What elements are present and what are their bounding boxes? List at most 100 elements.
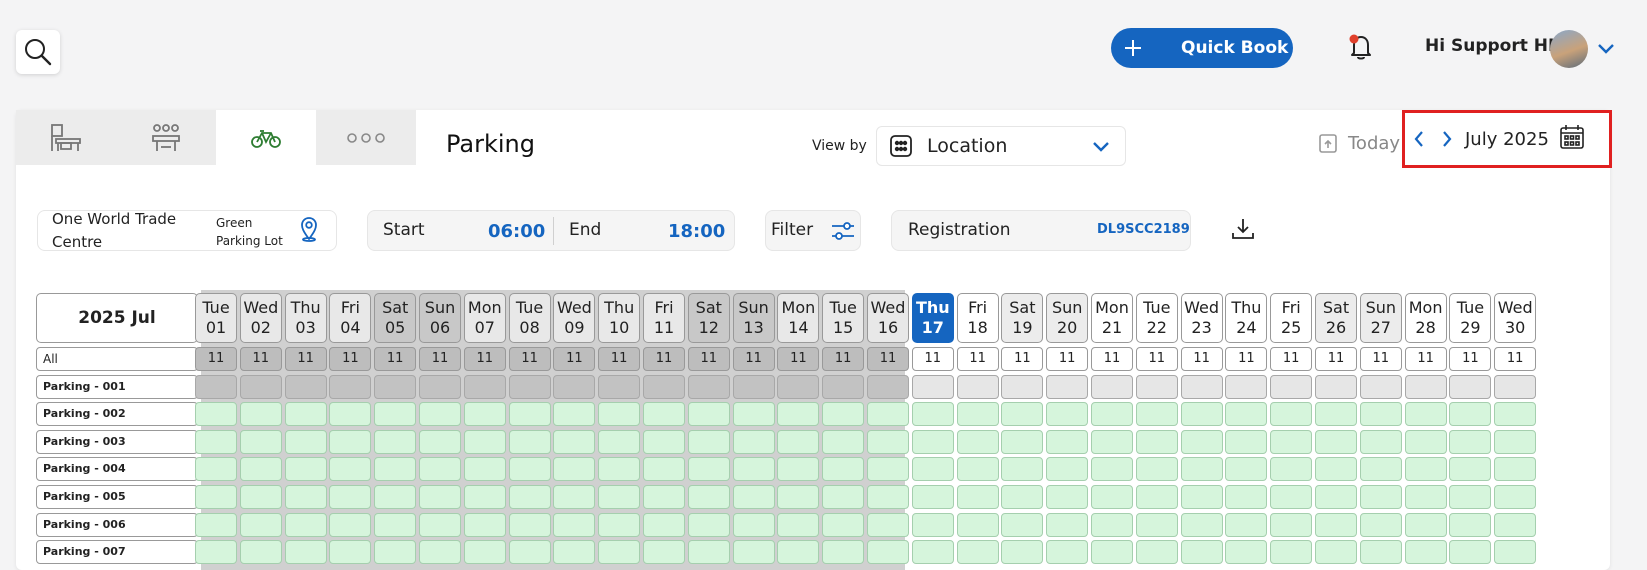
slot-cell[interactable] [1404, 457, 1447, 482]
day-header[interactable]: Thu 03 [284, 293, 327, 343]
slot-cell[interactable] [1135, 540, 1178, 565]
end-time[interactable]: 18:00 [668, 221, 725, 242]
day-header[interactable]: Thu 17 [911, 293, 954, 343]
slot-cell[interactable] [1449, 485, 1492, 509]
slot-cell[interactable] [1091, 485, 1133, 509]
slot-cell[interactable] [1449, 429, 1492, 454]
day-header[interactable]: Wed 02 [239, 293, 282, 343]
slot-cell[interactable] [1270, 512, 1313, 537]
search-button[interactable] [16, 30, 60, 74]
slot-cell[interactable] [1494, 402, 1537, 427]
slot-cell[interactable] [1359, 457, 1402, 482]
slot-cell[interactable] [1315, 457, 1357, 482]
slot-cell[interactable] [956, 485, 999, 509]
slot-cell[interactable] [1494, 512, 1537, 537]
slot-cell[interactable] [1359, 485, 1402, 509]
day-header[interactable]: Tue 22 [1135, 293, 1178, 343]
slot-cell[interactable] [1091, 429, 1133, 454]
day-header[interactable]: Sat 19 [1001, 293, 1044, 343]
slot-cell[interactable] [1001, 485, 1044, 509]
slot-cell[interactable] [1449, 402, 1492, 427]
chevron-right-icon[interactable] [1433, 130, 1461, 148]
slot-cell[interactable] [1404, 540, 1447, 565]
slot-cell[interactable] [1270, 429, 1313, 454]
slot-cell[interactable] [1225, 485, 1268, 509]
slot-cell[interactable] [1359, 429, 1402, 454]
slot-cell[interactable] [1001, 457, 1044, 482]
slot-cell[interactable] [1046, 540, 1089, 565]
slot-cell[interactable] [1180, 540, 1223, 565]
slot-cell[interactable] [1091, 540, 1133, 565]
slot-cell[interactable] [1315, 512, 1357, 537]
tab-desk[interactable] [16, 110, 116, 165]
slot-cell[interactable] [911, 485, 954, 509]
day-header[interactable]: Fri 11 [643, 293, 685, 343]
slot-cell[interactable] [1225, 457, 1268, 482]
day-header[interactable]: Tue 29 [1449, 293, 1492, 343]
slot-cell[interactable] [1091, 512, 1133, 537]
slot-cell[interactable] [1404, 485, 1447, 509]
slot-cell[interactable] [1494, 429, 1537, 454]
day-header[interactable]: Fri 25 [1270, 293, 1313, 343]
avatar[interactable] [1550, 30, 1588, 68]
day-header[interactable]: Mon 28 [1404, 293, 1447, 343]
slot-cell[interactable] [1135, 402, 1178, 427]
slot-cell[interactable] [1404, 429, 1447, 454]
slot-cell[interactable] [956, 457, 999, 482]
slot-cell[interactable] [1135, 457, 1178, 482]
tab-meeting-room[interactable] [116, 110, 216, 165]
tab-more[interactable] [316, 110, 416, 165]
slot-cell[interactable] [1180, 402, 1223, 427]
chevron-down-icon[interactable] [1597, 40, 1615, 59]
slot-cell[interactable] [1315, 402, 1357, 427]
chevron-left-icon[interactable] [1405, 130, 1433, 148]
view-by-select[interactable]: Location [876, 126, 1126, 166]
slot-cell[interactable] [1091, 402, 1133, 427]
slot-cell[interactable] [956, 402, 999, 427]
day-header[interactable]: Sat 12 [687, 293, 730, 343]
slot-cell[interactable] [1494, 457, 1537, 482]
slot-cell[interactable] [1135, 429, 1178, 454]
quick-book-button[interactable]: Quick Book [1111, 28, 1293, 68]
start-time[interactable]: 06:00 [488, 221, 545, 242]
slot-cell[interactable] [1180, 457, 1223, 482]
slot-cell[interactable] [1180, 429, 1223, 454]
slot-cell[interactable] [1046, 512, 1089, 537]
location-pin-icon[interactable] [298, 216, 320, 246]
slot-cell[interactable] [1449, 512, 1492, 537]
slot-cell[interactable] [1270, 485, 1313, 509]
day-header[interactable]: Tue 01 [195, 293, 237, 343]
slot-cell[interactable] [1225, 429, 1268, 454]
day-header[interactable]: Sun 06 [419, 293, 461, 343]
slot-cell[interactable] [911, 512, 954, 537]
slot-cell[interactable] [956, 512, 999, 537]
slot-cell[interactable] [1001, 512, 1044, 537]
day-header[interactable]: Wed 16 [867, 293, 909, 343]
slot-cell[interactable] [1001, 402, 1044, 427]
download-icon[interactable] [1230, 216, 1256, 246]
slot-cell[interactable] [1315, 540, 1357, 565]
day-header[interactable]: Sun 20 [1046, 293, 1089, 343]
slot-cell[interactable] [911, 402, 954, 427]
slot-cell[interactable] [1270, 540, 1313, 565]
slot-cell[interactable] [1180, 485, 1223, 509]
slot-cell[interactable] [1494, 485, 1537, 509]
day-header[interactable]: Thu 10 [598, 293, 641, 343]
day-header[interactable]: Sun 13 [732, 293, 775, 343]
notification-bell-icon[interactable] [1344, 30, 1378, 64]
slot-cell[interactable] [1404, 512, 1447, 537]
calendar-icon[interactable] [1559, 124, 1585, 154]
day-header[interactable]: Fri 18 [956, 293, 999, 343]
day-header[interactable]: Mon 21 [1091, 293, 1133, 343]
slot-cell[interactable] [1135, 485, 1178, 509]
day-header[interactable]: Mon 14 [777, 293, 820, 343]
today-button[interactable]: Today [1318, 132, 1400, 154]
day-header[interactable]: Wed 23 [1180, 293, 1223, 343]
day-header[interactable]: Sun 27 [1359, 293, 1402, 343]
slot-cell[interactable] [1225, 402, 1268, 427]
slot-cell[interactable] [1315, 429, 1357, 454]
slot-cell[interactable] [1046, 485, 1089, 509]
slot-cell[interactable] [1494, 540, 1537, 565]
day-header[interactable]: Sat 05 [374, 293, 417, 343]
slot-cell[interactable] [1270, 457, 1313, 482]
